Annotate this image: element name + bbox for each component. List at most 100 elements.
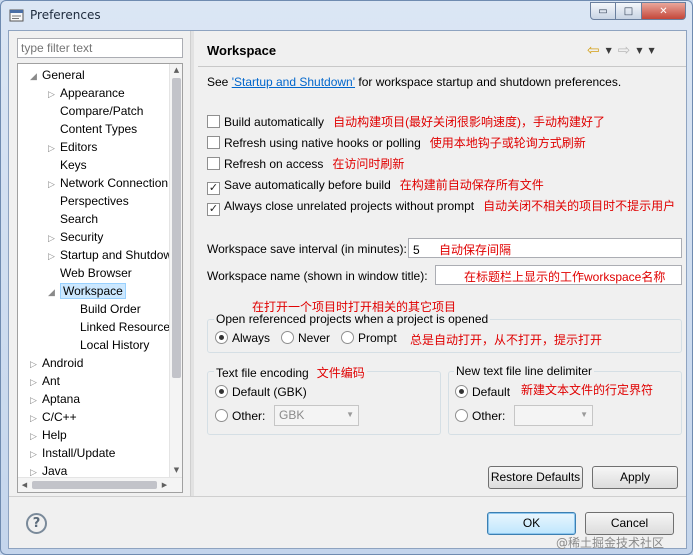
open-referenced-option[interactable]: Prompt: [341, 331, 397, 345]
open-referenced-radio[interactable]: [281, 331, 294, 344]
tree-expand-icon[interactable]: ▷: [48, 229, 60, 247]
line-delimiter-label: New text file line delimiter: [454, 364, 595, 378]
delimiter-other-option[interactable]: Other:: [455, 409, 505, 423]
tree-expand-icon[interactable]: ▷: [48, 139, 60, 157]
open-referenced-option-label: Prompt: [358, 331, 397, 345]
watermark: @稀土掘金技术社区: [556, 536, 665, 550]
open-referenced-label: Open referenced projects when a project …: [214, 312, 491, 326]
tree-item-label: Editors: [60, 140, 98, 154]
tree-item[interactable]: ▷ Startup and Shutdown: [48, 246, 179, 264]
tree-item[interactable]: ▷ Aptana: [30, 390, 80, 408]
save-interval-input[interactable]: 5 自动保存间隔: [408, 238, 682, 258]
tree-item[interactable]: ▷ Help: [30, 426, 67, 444]
view-menu-icon[interactable]: ▼: [648, 46, 654, 55]
tree-expand-icon[interactable]: ▷: [30, 373, 42, 391]
tree-item[interactable]: ▷ Install/Update: [30, 444, 115, 462]
option-checkbox[interactable]: [207, 136, 220, 149]
tree-item[interactable]: Build Order: [68, 300, 141, 318]
encoding-other-option[interactable]: Other:: [215, 409, 265, 423]
pane-divider[interactable]: [190, 31, 194, 496]
filter-input[interactable]: [17, 38, 183, 58]
tree-item[interactable]: Content Types: [48, 120, 137, 138]
encoding-combo[interactable]: GBK ▼: [274, 405, 359, 426]
tree-item[interactable]: ◢ General: [30, 66, 85, 84]
tree-horizontal-scrollbar[interactable]: ◀ ▶: [18, 477, 182, 492]
tree-item-label: Build Order: [80, 302, 141, 316]
encoding-default-radio[interactable]: [215, 385, 228, 398]
open-referenced-option[interactable]: Never: [281, 331, 330, 345]
tree-expand-icon[interactable]: ▷: [30, 355, 42, 373]
restore-defaults-button[interactable]: Restore Defaults: [488, 466, 583, 489]
scroll-right-icon[interactable]: ▶: [158, 478, 171, 492]
maximize-button[interactable]: □: [616, 2, 642, 20]
option-checkbox[interactable]: [207, 115, 220, 128]
delimiter-default-radio[interactable]: [455, 385, 468, 398]
tree-item[interactable]: Linked Resources: [68, 318, 176, 336]
tree-item[interactable]: ◢ Workspace: [48, 282, 126, 300]
option-checkbox[interactable]: ✓: [207, 182, 220, 195]
tree-item[interactable]: Keys: [48, 156, 87, 174]
scroll-up-icon[interactable]: ▲: [170, 64, 182, 77]
option-note: 使用本地钩子或轮询方式刷新: [429, 136, 586, 150]
scroll-left-icon[interactable]: ◀: [18, 478, 31, 492]
forward-dropdown-icon[interactable]: ▼: [636, 46, 642, 55]
tree-vertical-thumb[interactable]: [172, 78, 181, 378]
tree-expand-icon[interactable]: ▷: [48, 175, 60, 193]
tree-expand-icon[interactable]: ▷: [30, 427, 42, 445]
option-checkbox[interactable]: [207, 157, 220, 170]
option-row[interactable]: ✓ Save automatically before build 在构建前自动保存…: [207, 176, 544, 195]
option-row[interactable]: Refresh using native hooks or polling 使用本…: [207, 134, 586, 151]
tree-item[interactable]: Search: [48, 210, 98, 228]
help-icon[interactable]: ?: [26, 513, 47, 534]
tree-item[interactable]: ▷ Ant: [30, 372, 60, 390]
tree-expand-icon[interactable]: ▷: [48, 85, 60, 103]
minimize-button[interactable]: ▭: [590, 2, 616, 20]
tree-item[interactable]: ▷ C/C++: [30, 408, 77, 426]
tree-item-label: Linked Resources: [80, 320, 177, 334]
save-interval-label: Workspace save interval (in minutes):: [207, 242, 407, 256]
tree-collapse-icon[interactable]: ◢: [48, 283, 60, 301]
title-separator: [198, 66, 686, 67]
close-button[interactable]: ✕: [642, 2, 686, 20]
ok-button[interactable]: OK: [487, 512, 576, 535]
scroll-down-icon[interactable]: ▼: [170, 464, 182, 477]
forward-arrow-icon[interactable]: ⇨: [618, 41, 631, 59]
back-dropdown-icon[interactable]: ▼: [606, 46, 612, 55]
encoding-other-radio[interactable]: [215, 409, 228, 422]
option-checkbox[interactable]: ✓: [207, 203, 220, 216]
tree-item[interactable]: ▷ Editors: [48, 138, 97, 156]
delimiter-combo[interactable]: ▼: [514, 405, 593, 426]
option-row[interactable]: Refresh on access 在访问时刷新: [207, 155, 404, 172]
startup-shutdown-link[interactable]: 'Startup and Shutdown': [232, 75, 355, 89]
open-referenced-option[interactable]: Always: [215, 331, 270, 345]
back-arrow-icon[interactable]: ⇦: [587, 41, 600, 59]
tree-item[interactable]: ▷ Appearance: [48, 84, 125, 102]
option-row[interactable]: Build automatically 自动构建项目(最好关闭很影响速度)，手动构…: [207, 113, 605, 130]
tree-item[interactable]: ▷ Network Connection: [48, 174, 168, 192]
tree-item[interactable]: Compare/Patch: [48, 102, 143, 120]
apply-button[interactable]: Apply: [592, 466, 678, 489]
encoding-default-option[interactable]: Default (GBK): [215, 385, 307, 399]
tree-horizontal-thumb[interactable]: [32, 481, 157, 489]
tree-item[interactable]: Web Browser: [48, 264, 132, 282]
tree-expand-icon[interactable]: ▷: [48, 247, 60, 265]
tree-collapse-icon[interactable]: ◢: [30, 67, 42, 85]
tree-expand-icon[interactable]: ▷: [30, 409, 42, 427]
open-referenced-radio[interactable]: [215, 331, 228, 344]
delimiter-other-radio[interactable]: [455, 409, 468, 422]
title-bar[interactable]: Preferences ▭ □ ✕: [1, 1, 692, 29]
cancel-button[interactable]: Cancel: [585, 512, 674, 535]
tree-item[interactable]: ▷ Security: [48, 228, 103, 246]
tree-item[interactable]: ▷ Android: [30, 354, 83, 372]
tree-item-label: Keys: [60, 158, 87, 172]
workspace-name-input[interactable]: 在标题栏上显示的工作workspace名称: [435, 265, 682, 285]
delimiter-default-option[interactable]: Default: [455, 385, 510, 399]
tree-expand-icon[interactable]: ▷: [30, 391, 42, 409]
option-row[interactable]: ✓ Always close unrelated projects without…: [207, 197, 675, 216]
tree-vertical-scrollbar[interactable]: ▲ ▼: [169, 64, 182, 477]
tree-item[interactable]: Perspectives: [48, 192, 129, 210]
tree-item[interactable]: Local History: [68, 336, 149, 354]
open-referenced-radio[interactable]: [341, 331, 354, 344]
save-interval-value: 5: [413, 243, 420, 257]
tree-expand-icon[interactable]: ▷: [30, 445, 42, 463]
